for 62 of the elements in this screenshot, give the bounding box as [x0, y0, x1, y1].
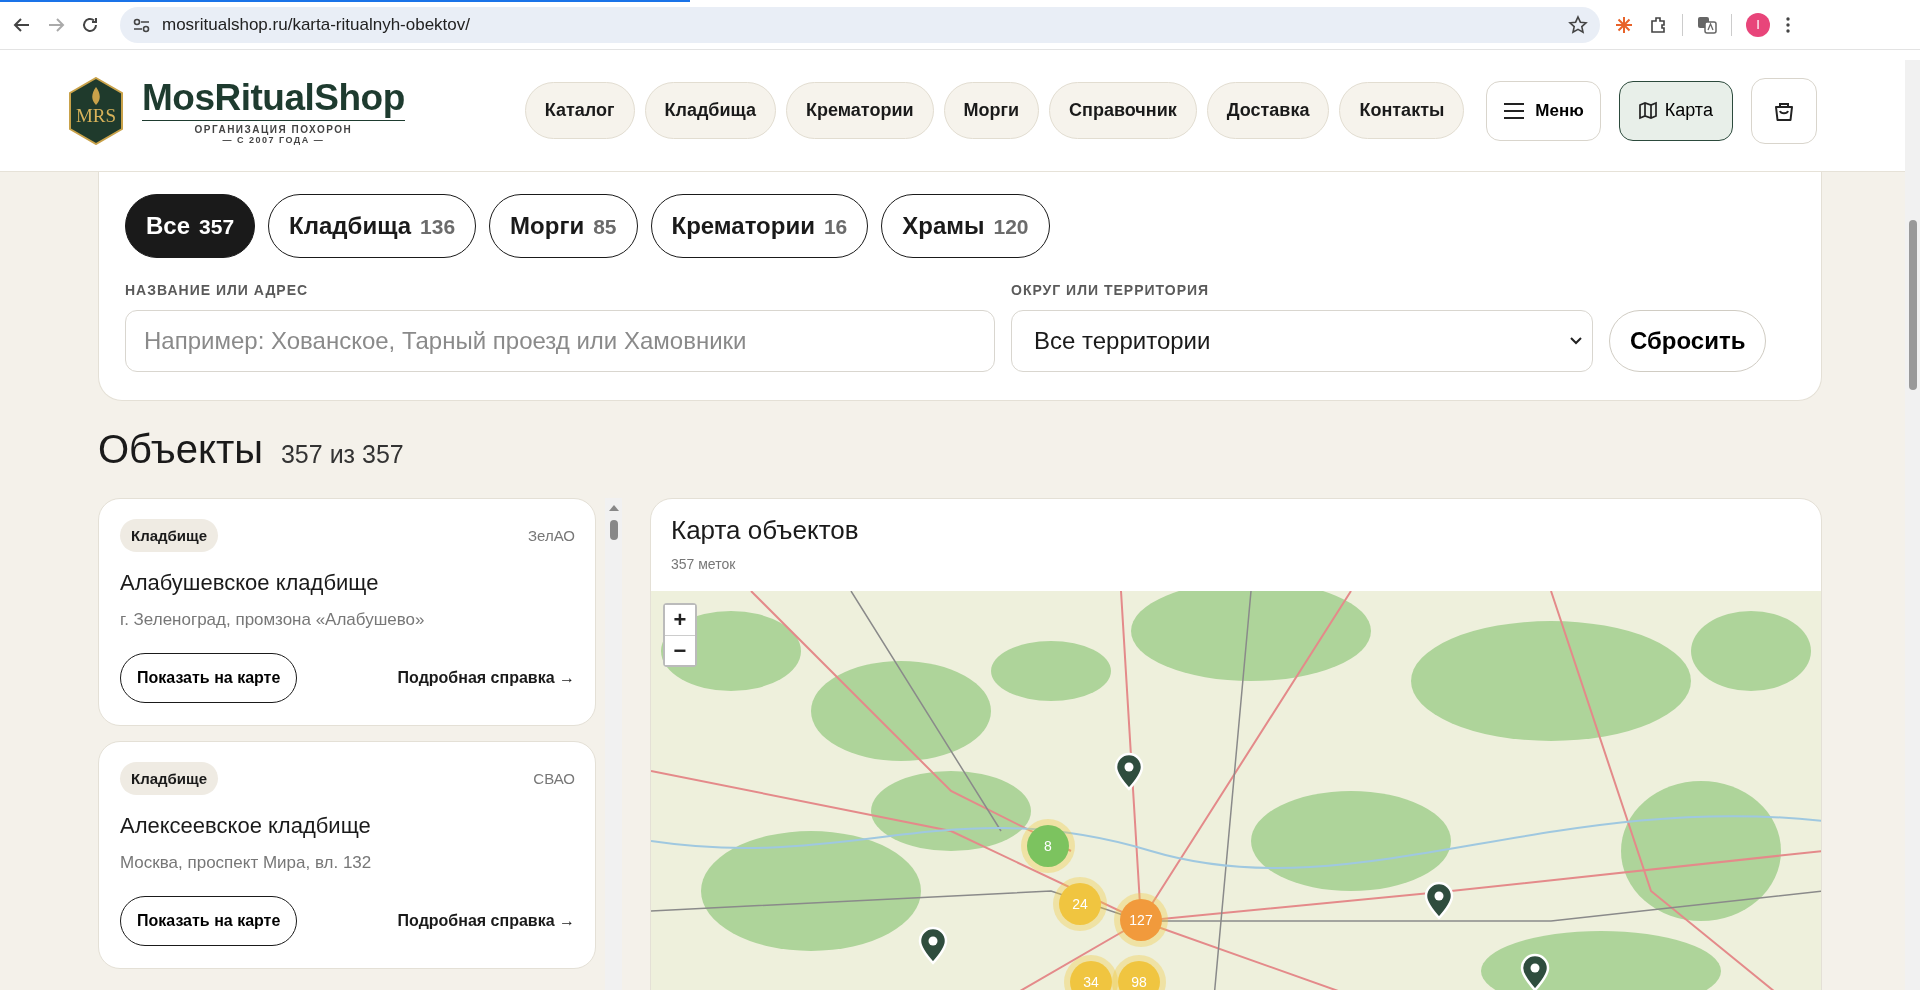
cart-button[interactable]	[1750, 77, 1817, 144]
scroll-thumb[interactable]	[610, 520, 618, 540]
logo-tagline: ОРГАНИЗАЦИЯ ПОХОРОН	[194, 124, 353, 135]
logo-since: — С 2007 ГОДА —	[222, 135, 325, 145]
object-address: г. Зеленоград, промзона «Алабушево»	[120, 610, 426, 630]
section-title: Объекты	[98, 427, 263, 472]
show-on-map-button[interactable]: Показать на карте	[120, 896, 298, 946]
logo-text[interactable]: MosRitualShop	[142, 76, 405, 121]
category-tag: Кладбище	[120, 762, 219, 795]
list-scrollbar[interactable]	[605, 498, 622, 990]
objects-count: 357 из 357	[280, 440, 404, 469]
details-link[interactable]: Подробная справка →	[397, 669, 575, 687]
map-icon	[1638, 101, 1657, 120]
district-dropdown[interactable]: Все территории	[1011, 310, 1593, 372]
filter-tab[interactable]: Крематории 16	[650, 194, 869, 258]
map-pin-icon[interactable]	[1424, 881, 1454, 920]
profile-avatar[interactable]: I	[1746, 12, 1770, 37]
details-link[interactable]: Подробная справка →	[397, 912, 575, 930]
field-label: ОКРУГ ИЛИ ТЕРРИТОРИЯ	[1011, 282, 1210, 298]
url-text[interactable]: mosritualshop.ru/karta-ritualnyh-obektov/	[162, 14, 1556, 35]
nav-button[interactable]: Морги	[943, 82, 1040, 139]
map-title: Карта объектов	[671, 515, 860, 546]
menu-icon	[1503, 100, 1526, 121]
translate-icon[interactable]	[1697, 14, 1717, 35]
category-tag: Кладбище	[120, 519, 219, 552]
chevron-down-icon	[1570, 337, 1582, 345]
address-bar[interactable]: mosritualshop.ru/karta-ritualnyh-obektov/	[120, 6, 1600, 43]
logo-emblem[interactable]: MRS	[68, 76, 124, 145]
logo-monogram: MRS	[75, 104, 117, 127]
nav-button[interactable]: Кладбища	[644, 82, 776, 139]
object-name: Алексеевское кладбище	[120, 813, 372, 839]
map-button[interactable]: Карта	[1618, 80, 1733, 141]
map-pin-icon[interactable]	[918, 926, 948, 965]
nav-button[interactable]: Контакты	[1339, 82, 1465, 139]
star-icon[interactable]	[1568, 14, 1588, 35]
filter-tab[interactable]: Храмы 120	[881, 194, 1050, 258]
map-subtitle: 357 меток	[671, 556, 737, 572]
district-label: СВАО	[533, 770, 575, 787]
map-pin-icon[interactable]	[1114, 752, 1144, 791]
district-label: ЗелАО	[528, 527, 575, 544]
nav-button[interactable]: Крематории	[785, 82, 934, 139]
object-name: Алабушевское кладбище	[120, 570, 380, 596]
nav-button[interactable]: Доставка	[1206, 82, 1330, 139]
object-address: Москва, проспект Мира, вл. 132	[120, 853, 373, 873]
page-scroll-thumb[interactable]	[1909, 220, 1917, 390]
field-label: НАЗВАНИЕ ИЛИ АДРЕС	[125, 282, 309, 298]
burst-icon[interactable]	[1614, 14, 1634, 35]
filter-tab[interactable]: Морги 85	[489, 194, 638, 258]
map-pin-icon[interactable]	[1520, 953, 1550, 990]
nav-button[interactable]: Каталог	[524, 82, 635, 139]
hexagon-icon	[68, 76, 124, 145]
menu-button[interactable]: Меню	[1486, 80, 1601, 141]
filter-tab[interactable]: Кладбища 136	[268, 194, 477, 258]
zoom-out-button[interactable]: −	[665, 635, 695, 665]
nav-button[interactable]: Справочник	[1049, 82, 1197, 139]
show-on-map-button[interactable]: Показать на карте	[120, 653, 298, 703]
puzzle-icon[interactable]	[1648, 14, 1668, 35]
filter-tab[interactable]: Все 357	[125, 194, 256, 258]
more-icon[interactable]	[1784, 15, 1792, 34]
search-field[interactable]: Например: Хованское, Тарный проезд или Хамовники	[125, 310, 995, 372]
reset-button[interactable]: Сбросить	[1609, 310, 1767, 372]
scroll-up-icon[interactable]	[608, 504, 620, 512]
